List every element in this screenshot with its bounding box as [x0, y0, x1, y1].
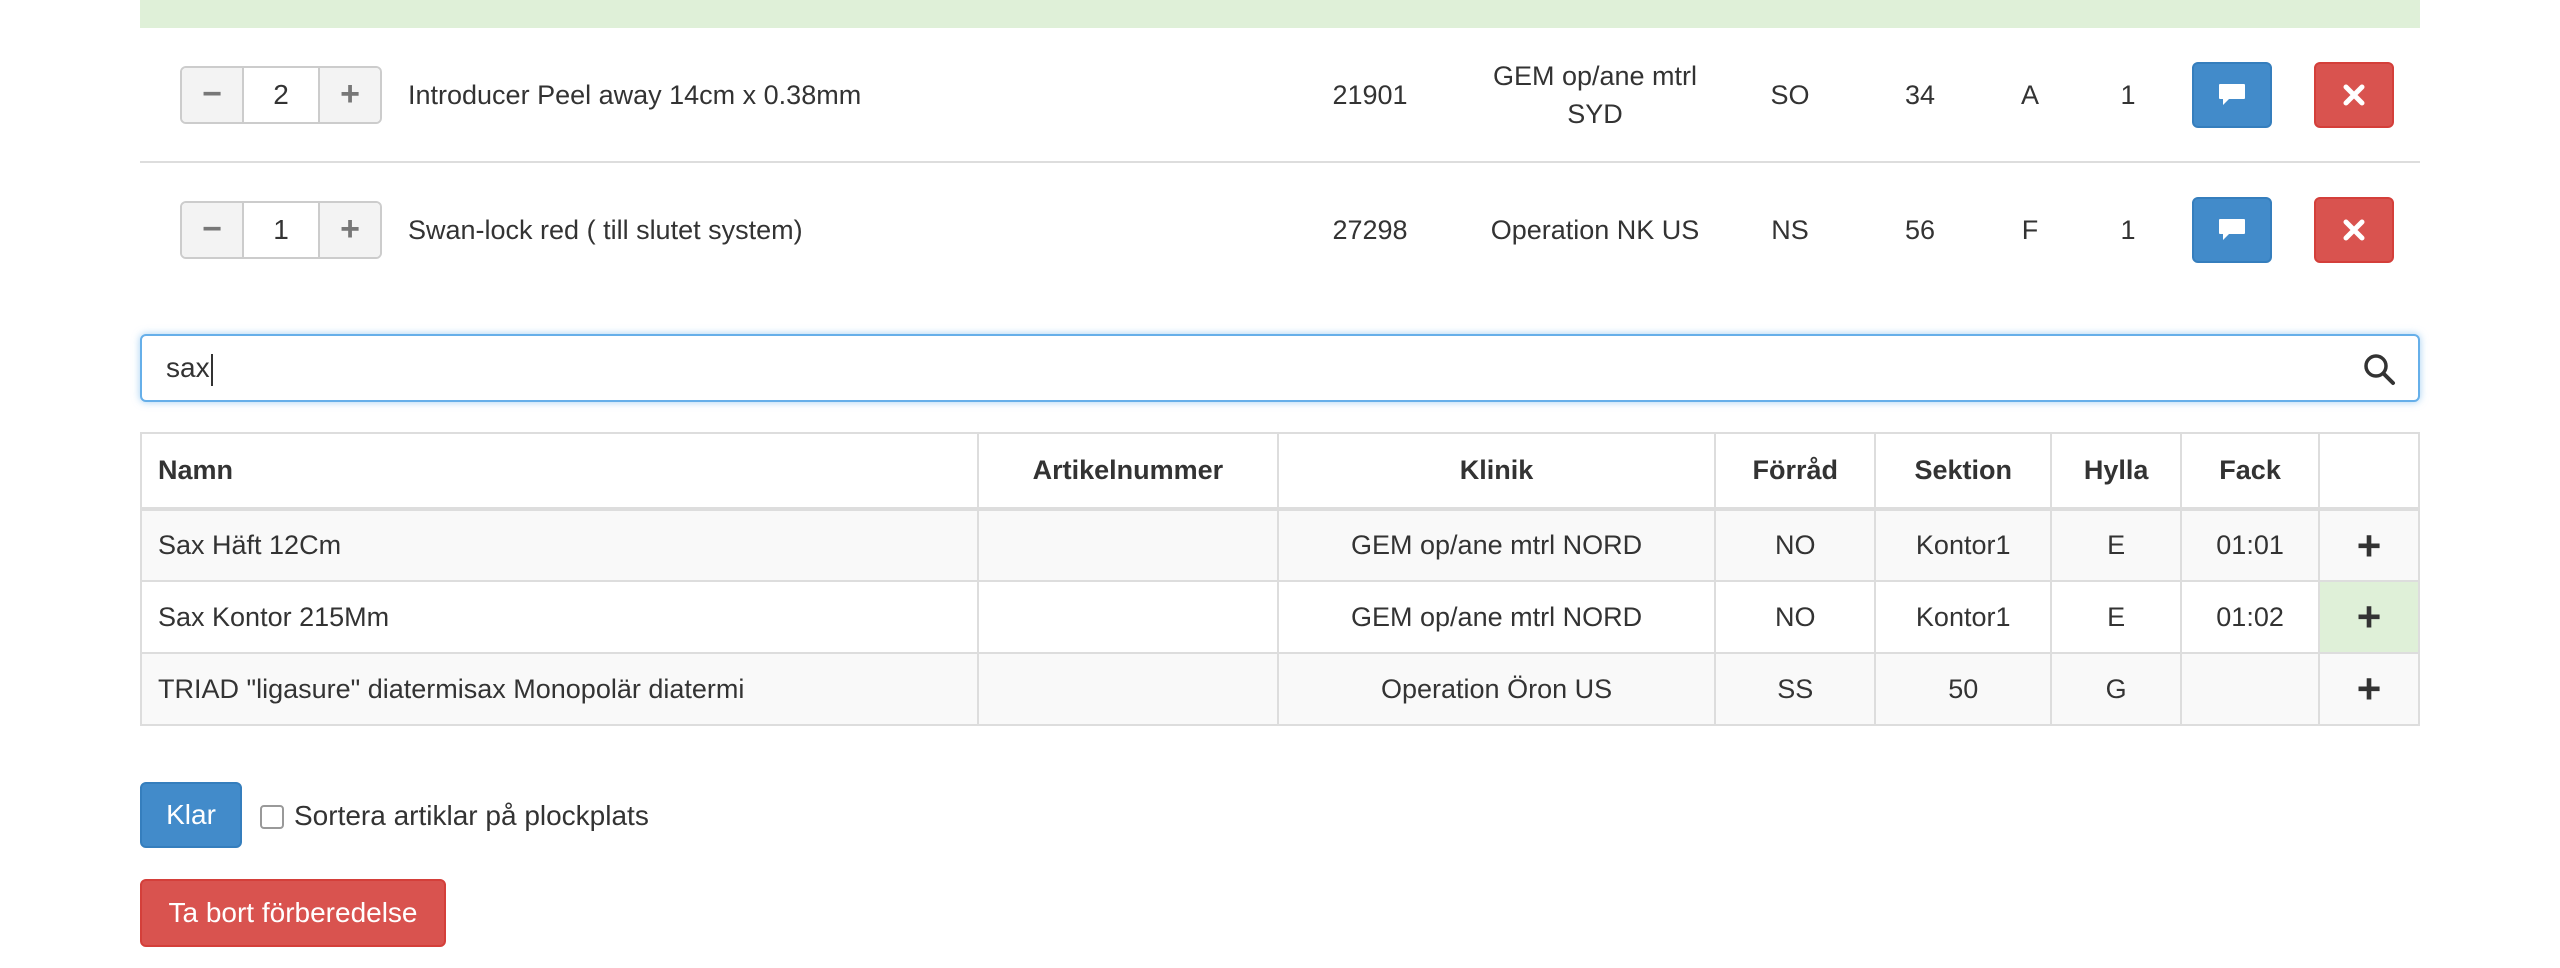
- result-shelf: G: [2050, 652, 2183, 726]
- result-compartment: 01:01: [2180, 508, 2321, 582]
- close-icon: [2343, 219, 2365, 240]
- result-article-number: [976, 652, 1279, 726]
- comment-button[interactable]: [2192, 196, 2272, 263]
- item-clinic-line2: SYD: [1567, 98, 1623, 129]
- result-clinic: GEM op/ane mtrl NORD: [1276, 508, 1717, 582]
- remove-item-button[interactable]: [2314, 196, 2394, 263]
- add-item-button[interactable]: +: [2318, 652, 2420, 726]
- plus-icon: +: [2356, 665, 2382, 712]
- table-row: Sax Häft 12Cm GEM op/ane mtrl NORD NO Ko…: [140, 508, 2420, 582]
- result-storage: NO: [1714, 580, 1877, 654]
- column-header-clinic: Klinik: [1276, 432, 1717, 511]
- quantity-stepper[interactable]: − 2 +: [180, 65, 382, 124]
- result-name: Sax Häft 12Cm: [140, 508, 979, 582]
- decrease-quantity-button[interactable]: −: [182, 67, 242, 122]
- search-results-table: Namn Artikelnummer Klinik Förråd Sektion…: [140, 432, 2420, 726]
- column-header-name: Namn: [140, 432, 979, 511]
- column-header-compartment: Fack: [2180, 432, 2321, 511]
- item-clinic: GEM op/ane mtrl SYD: [1435, 57, 1755, 133]
- sort-by-location-checkbox[interactable]: [260, 805, 284, 829]
- search-icon[interactable]: [2362, 352, 2396, 386]
- add-item-button[interactable]: +: [2318, 580, 2420, 654]
- previous-row-highlight: [140, 0, 2420, 28]
- result-name: Sax Kontor 215Mm: [140, 580, 979, 654]
- result-section: Kontor1: [1874, 580, 2053, 654]
- result-article-number: [976, 508, 1279, 582]
- result-article-number: [976, 580, 1279, 654]
- result-name: TRIAD "ligasure" diatermisax Monopolär d…: [140, 652, 979, 726]
- increase-quantity-button[interactable]: +: [320, 202, 380, 257]
- comment-button[interactable]: [2192, 61, 2272, 128]
- quantity-stepper[interactable]: − 1 +: [180, 200, 382, 259]
- column-header-action: [2318, 432, 2420, 511]
- text-caret: [210, 353, 213, 386]
- selected-items-list: − 2 + Introducer Peel away 14cm x 0.38mm…: [140, 0, 2420, 296]
- table-row: Sax Kontor 215Mm GEM op/ane mtrl NORD NO…: [140, 580, 2420, 654]
- selected-item-row: − 1 + Swan-lock red ( till slutet system…: [140, 163, 2420, 296]
- result-storage: SS: [1714, 652, 1877, 726]
- quantity-value[interactable]: 2: [242, 67, 320, 122]
- result-clinic: Operation Öron US: [1276, 652, 1717, 726]
- comment-icon: [2219, 83, 2245, 105]
- selected-item-row: − 2 + Introducer Peel away 14cm x 0.38mm…: [140, 28, 2420, 163]
- result-storage: NO: [1714, 508, 1877, 582]
- add-item-button[interactable]: +: [2318, 508, 2420, 582]
- increase-quantity-button[interactable]: +: [320, 67, 380, 122]
- item-storage: NS: [1771, 214, 1809, 245]
- delete-preparation-button[interactable]: Ta bort förberedelse: [140, 879, 446, 947]
- quantity-value[interactable]: 1: [242, 202, 320, 257]
- decrease-quantity-button[interactable]: −: [182, 202, 242, 257]
- column-header-storage: Förråd: [1714, 432, 1877, 511]
- result-section: 50: [1874, 652, 2053, 726]
- result-section: Kontor1: [1874, 508, 2053, 582]
- article-search-field[interactable]: sax: [140, 334, 2420, 402]
- item-section: 56: [1904, 214, 1936, 245]
- search-input[interactable]: sax: [166, 336, 213, 400]
- item-clinic-line1: Operation NK US: [1490, 214, 1700, 245]
- search-input-value: sax: [166, 352, 210, 383]
- result-shelf: E: [2050, 508, 2183, 582]
- item-name: Swan-lock red ( till slutet system): [408, 214, 803, 245]
- item-clinic: Operation NK US: [1435, 211, 1755, 249]
- close-icon: [2343, 84, 2365, 105]
- result-compartment: 01:02: [2180, 580, 2321, 654]
- column-header-section: Sektion: [1874, 432, 2053, 511]
- table-row: TRIAD "ligasure" diatermisax Monopolär d…: [140, 652, 2420, 726]
- comment-icon: [2219, 218, 2245, 240]
- plus-icon: +: [2356, 521, 2382, 569]
- item-article-number: 27298: [1332, 214, 1408, 245]
- done-button[interactable]: Klar: [140, 782, 242, 848]
- item-compartment: 1: [2120, 214, 2136, 245]
- item-article-number: 21901: [1332, 79, 1408, 110]
- remove-item-button[interactable]: [2314, 61, 2394, 128]
- plus-icon: +: [2356, 593, 2382, 640]
- item-compartment: 1: [2120, 79, 2136, 110]
- column-header-shelf: Hylla: [2050, 432, 2183, 511]
- item-storage: SO: [1770, 79, 1810, 110]
- table-header-row: Namn Artikelnummer Klinik Förråd Sektion…: [140, 432, 2420, 511]
- result-shelf: E: [2050, 580, 2183, 654]
- item-name: Introducer Peel away 14cm x 0.38mm: [408, 79, 862, 110]
- column-header-article-number: Artikelnummer: [976, 432, 1279, 511]
- item-clinic-line1: GEM op/ane mtrl: [1492, 60, 1698, 91]
- item-section: 34: [1904, 79, 1936, 110]
- result-clinic: GEM op/ane mtrl NORD: [1276, 580, 1717, 654]
- sort-by-location-label[interactable]: Sortera artiklar på plockplats: [294, 800, 649, 832]
- result-compartment: [2180, 652, 2321, 726]
